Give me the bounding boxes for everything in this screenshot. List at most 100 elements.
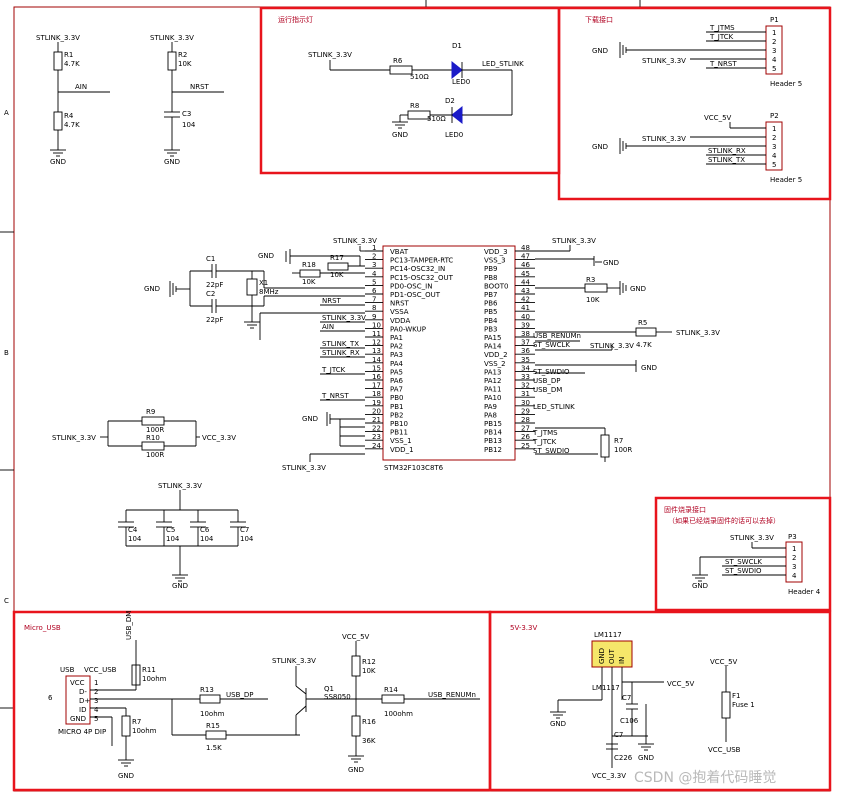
reg-pin-out: OUT xyxy=(608,648,616,664)
mcu-jtms-label: T_JTMS xyxy=(532,429,558,437)
mcu-pin-number-right: 25 xyxy=(521,442,530,450)
mcu-pin-layer: 1 VBAT 2 PC13-TAMPER-RTC 3 PC14-OSC32_IN 4 PC15… xyxy=(365,244,535,454)
mcu-pin-name-left: PB1 xyxy=(390,403,403,411)
r16-label: R16 xyxy=(362,718,376,726)
c7b-label: C7 xyxy=(622,694,631,702)
net-ain-label: AIN xyxy=(75,83,87,91)
p2-vcc5-label: VCC_5V xyxy=(704,114,732,122)
mcu-pin-number-right: 33 xyxy=(521,373,530,381)
mcu-pin-number-left: 15 xyxy=(372,364,381,372)
r4-gnd-label: GND xyxy=(50,158,66,166)
p2-label: P2 xyxy=(770,112,779,120)
mcu-rx-label: STLINK_RX xyxy=(322,349,360,357)
mcu-pin-number-left: 18 xyxy=(372,390,381,398)
p1-jtms-label: T_JTMS xyxy=(709,24,735,32)
mcu-pin-number-right: 28 xyxy=(521,416,530,424)
p1-value: Header 5 xyxy=(770,80,802,88)
mcu-pin-number-right: 38 xyxy=(521,330,530,338)
mcu-pin-number-right: 48 xyxy=(521,244,530,252)
mcu-pin-number-right: 39 xyxy=(521,321,530,329)
mcu-pin-name-left: PA6 xyxy=(390,377,404,385)
module-note-firmware: （如果已经烧录固件的话可以去掉） xyxy=(668,516,780,525)
c2-label: C2 xyxy=(206,290,215,298)
p1-label: P1 xyxy=(770,16,779,24)
d1-value: LED0 xyxy=(452,78,470,86)
mcu-pin-number-right: 41 xyxy=(521,304,530,312)
mcu-pin-name-left: PB0 xyxy=(390,394,403,402)
usb-pin6: 6 xyxy=(48,694,53,702)
mcu-pin-name-left: PD0-OSC_IN xyxy=(390,282,432,290)
module-title-power: 5V-3.3V xyxy=(510,624,537,632)
r7-value: 100R xyxy=(614,446,632,454)
schematic-svg: A B C 运行指示灯 下载接口 固件烧录接口 （如果已经烧录固件的话可以去掉）… xyxy=(0,0,832,792)
mcu-pin-name-left: VSS_1 xyxy=(390,437,412,445)
mcu-pin-name-right: PB7 xyxy=(484,291,497,299)
module-frame-download xyxy=(557,6,832,201)
svg-text:1: 1 xyxy=(772,29,776,37)
resistor-r4 xyxy=(53,111,63,131)
mcu-pin-number-left: 6 xyxy=(372,287,377,295)
mcu-pin-number-right: 26 xyxy=(521,433,530,441)
mcu-pin-name-right: PB6 xyxy=(484,300,498,308)
svg-text:1: 1 xyxy=(772,125,776,133)
reg-pin-in: IN xyxy=(618,657,626,664)
c3-label: C3 xyxy=(182,110,191,118)
p2-tx-label: STLINK_TX xyxy=(708,156,745,164)
r1-value: 4.7K xyxy=(64,60,80,68)
svg-text:3: 3 xyxy=(772,143,776,151)
c2-value: 22pF xyxy=(206,316,223,324)
led-d1-symbol xyxy=(451,60,463,80)
resistor-r2 xyxy=(167,51,177,71)
reg-gnd-label: GND xyxy=(550,720,566,728)
svg-text:D-: D- xyxy=(79,688,87,696)
usb-pin-numbers: 1 2 3 4 5 xyxy=(94,679,99,723)
osc-gnd-label: GND xyxy=(144,285,160,293)
r17-value: 10K xyxy=(330,271,344,279)
p3-gnd-label: GND xyxy=(692,582,708,590)
resistor-r18 xyxy=(299,269,321,278)
mcu-pin-name-right: PB8 xyxy=(484,274,497,282)
r7b-value: 10ohm xyxy=(132,727,157,735)
fuse-in-label: VCC_5V xyxy=(710,658,738,666)
mcu-pin-name-right: PB9 xyxy=(484,265,497,273)
p2-pin-numbers: 1 2 3 4 5 xyxy=(772,125,777,169)
mcu-pin-number-right: 34 xyxy=(521,364,530,372)
usb-gnd-label: GND xyxy=(118,772,134,780)
svg-text:VCC: VCC xyxy=(70,679,85,687)
mcu-pin-number-right: 40 xyxy=(521,313,530,321)
mcu-pin-name-right: VSS_3 xyxy=(484,257,506,265)
svg-text:4: 4 xyxy=(772,56,777,64)
p1-gnd-label: GND xyxy=(592,47,608,55)
mcu-pin-number-left: 9 xyxy=(372,313,376,321)
mcu-pin-number-right: 42 xyxy=(521,296,530,304)
p2-rx-label: STLINK_RX xyxy=(708,147,746,155)
r1-label: R1 xyxy=(64,51,73,59)
r8-label: R8 xyxy=(410,102,419,110)
x1-value: 8MHz xyxy=(259,288,279,296)
module-frame-power xyxy=(488,610,832,792)
capacitor-c7-value: 104 xyxy=(240,535,254,543)
mcu-pin-number-left: 11 xyxy=(372,330,381,338)
r3-label: R3 xyxy=(586,276,595,284)
mcu-pin-number-right: 27 xyxy=(521,425,530,433)
mcu-pin-number-right: 30 xyxy=(521,399,530,407)
svg-text:1: 1 xyxy=(792,545,796,553)
mcu-pin-name-left: VSSA xyxy=(390,308,409,316)
mcu-pin-name-left: PA1 xyxy=(390,334,403,342)
mcu-pin-name-left: PC14-OSC32_IN xyxy=(390,265,445,273)
r9-label: R9 xyxy=(146,408,155,416)
p1-jtck-label: T_JTCK xyxy=(709,33,734,41)
mcu-pin-name-right: PA15 xyxy=(484,334,501,342)
r4-label: R4 xyxy=(64,112,74,120)
mcu-dp-label: USB_DP xyxy=(533,377,560,385)
mcu-nrst2-label: T_NRST xyxy=(321,392,349,400)
mcu-pin-name-left: PB10 xyxy=(390,420,408,428)
mcu-pin-number-right: 37 xyxy=(521,339,530,347)
p1-pin-numbers: 1 2 3 4 5 xyxy=(772,29,777,73)
fuse-out-label: VCC_USB xyxy=(708,746,741,754)
mcu-pin-number-right: 46 xyxy=(521,261,530,269)
q1-supply-label: STLINK_3.3V xyxy=(272,657,316,665)
capacitor-c5-label: C5 xyxy=(166,526,175,534)
r7b-label: R7 xyxy=(132,718,141,726)
decap-gnd-label: GND xyxy=(172,582,188,590)
